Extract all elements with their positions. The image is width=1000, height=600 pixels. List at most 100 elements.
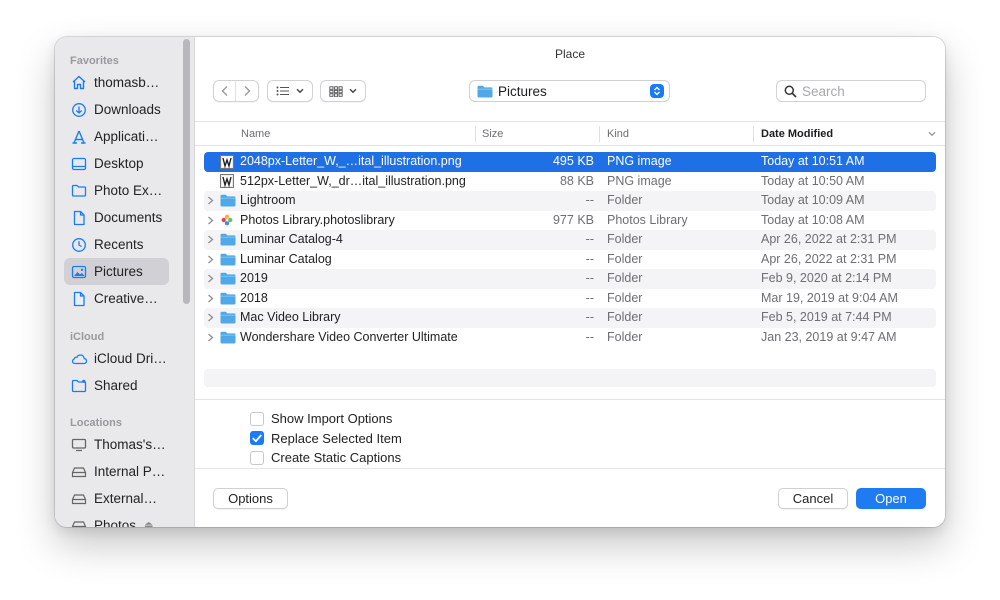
up-down-chevron-icon: [650, 84, 664, 98]
column-header-date-modified[interactable]: Date Modified: [761, 122, 833, 146]
column-separator[interactable]: [475, 126, 476, 142]
search-field[interactable]: [776, 80, 926, 102]
checkbox-box[interactable]: [250, 450, 264, 465]
disclosure-chevron-icon[interactable]: [207, 250, 217, 272]
search-input[interactable]: [802, 83, 912, 99]
disclosure-chevron-icon[interactable]: [207, 230, 217, 252]
sidebar-item-photo-export[interactable]: Photo Ex…: [64, 177, 169, 204]
sidebar-item-desktop[interactable]: Desktop: [64, 150, 169, 177]
sidebar-item-photos-drive[interactable]: Photos ⏏: [64, 512, 169, 527]
sidebar-item-label: Downloads: [94, 102, 161, 117]
file-kind: Folder: [607, 251, 643, 266]
sidebar-item-shared[interactable]: Shared: [64, 372, 169, 399]
sidebar-item-downloads[interactable]: Downloads: [64, 96, 169, 123]
drive-icon: [70, 491, 88, 507]
checkbox-label: Create Static Captions: [271, 450, 402, 465]
sidebar-item-pictures[interactable]: Pictures: [64, 258, 169, 285]
pictures-icon: [70, 264, 88, 280]
sidebar-section-locations: Locations: [70, 417, 122, 429]
table-row[interactable]: 2019 -- Folder Feb 9, 2020 at 2:14 PM: [204, 269, 936, 289]
column-separator[interactable]: [753, 126, 754, 142]
divider: [195, 399, 945, 400]
download-icon: [70, 102, 88, 118]
table-row[interactable]: Luminar Catalog -- Folder Apr 26, 2022 at 2…: [204, 250, 936, 270]
group-view-button[interactable]: [320, 80, 366, 102]
file-kind: PNG image: [607, 173, 672, 188]
checkbox-box[interactable]: [250, 411, 264, 426]
file-kind: PNG image: [607, 154, 672, 168]
open-button[interactable]: Open: [856, 488, 926, 509]
sidebar-item-documents[interactable]: Documents: [64, 204, 169, 231]
sidebar-item-label: Recents: [94, 237, 144, 252]
disclosure-chevron-icon[interactable]: [207, 328, 217, 350]
file-date-modified: Today at 10:08 AM: [761, 212, 865, 227]
folder-icon: [477, 85, 493, 98]
table-row[interactable]: Luminar Catalog-4 -- Folder Apr 26, 2022 at…: [204, 230, 936, 250]
checkmark-icon: [252, 434, 262, 443]
file-name: Wondershare Video Converter Ultimate: [240, 329, 458, 344]
disclosure-chevron-icon[interactable]: [207, 308, 217, 330]
file-kind: Folder: [607, 329, 643, 344]
file-size: --: [585, 290, 594, 305]
file-list: 2048px-Letter_W,_…ital_illustration.png 4…: [204, 152, 936, 347]
sidebar-section-favorites: Favorites: [70, 55, 119, 67]
sidebar-item-external-drive[interactable]: External…: [64, 485, 169, 512]
file-name: Lightroom: [240, 193, 296, 207]
disclosure-chevron-icon[interactable]: [207, 289, 217, 311]
file-name: 2018: [240, 290, 268, 305]
disclosure-chevron-icon[interactable]: [207, 211, 217, 233]
grid-view-icon: [329, 85, 343, 97]
options-button[interactable]: Options: [213, 488, 288, 509]
table-row[interactable]: 2048px-Letter_W,_…ital_illustration.png 4…: [204, 152, 936, 172]
table-row[interactable]: Wondershare Video Converter Ultimate -- Fo…: [204, 328, 936, 348]
sidebar-item-label: Photo Ex…: [94, 183, 163, 198]
file-size: --: [585, 329, 594, 344]
file-date-modified: Feb 5, 2019 at 7:44 PM: [761, 310, 892, 324]
column-header-kind[interactable]: Kind: [607, 122, 629, 146]
sidebar-item-home[interactable]: thomasb…: [64, 69, 169, 96]
cancel-button[interactable]: Cancel: [778, 488, 848, 509]
back-button[interactable]: [214, 81, 236, 101]
disclosure-chevron-icon[interactable]: [207, 269, 217, 291]
file-kind: Folder: [607, 271, 643, 285]
sidebar-scrollbar[interactable]: [183, 39, 190, 304]
file-size: 977 KB: [552, 212, 594, 227]
column-header-size[interactable]: Size: [482, 122, 503, 146]
sidebar-item-internal-drive[interactable]: Internal P…: [64, 458, 169, 485]
cloud-icon: [70, 351, 88, 367]
show-import-options-checkbox[interactable]: Show Import Options: [250, 411, 392, 426]
table-row[interactable]: 2018 -- Folder Mar 19, 2019 at 9:04 AM: [204, 289, 936, 309]
location-label: Pictures: [498, 83, 547, 99]
list-view-button[interactable]: [267, 80, 313, 102]
table-row[interactable]: Mac Video Library -- Folder Feb 5, 2019 at …: [204, 308, 936, 328]
checkbox-box[interactable]: [250, 431, 264, 445]
table-header: Name Size Kind Date Modified: [195, 121, 945, 146]
location-popup[interactable]: Pictures: [469, 80, 670, 102]
place-dialog: Favorites thomasb… Downloads Applicati… …: [55, 37, 945, 527]
sidebar-item-applications[interactable]: Applicati…: [64, 123, 169, 150]
disclosure-chevron-icon[interactable]: [207, 191, 217, 213]
computer-icon: [70, 437, 88, 453]
divider: [195, 468, 945, 469]
sidebar-item-label: Applicati…: [94, 129, 159, 144]
folder-icon: [220, 308, 236, 328]
file-date-modified: Today at 10:50 AM: [761, 173, 865, 188]
eject-icon[interactable]: ⏏: [144, 520, 153, 527]
table-row[interactable]: 512px-Letter_W,_dr…ital_illustration.png…: [204, 172, 936, 192]
sidebar-item-recents[interactable]: Recents: [64, 231, 169, 258]
home-icon: [70, 75, 88, 91]
create-static-captions-checkbox[interactable]: Create Static Captions: [250, 450, 401, 465]
file-name: Photos Library.photoslibrary: [240, 212, 395, 227]
forward-button[interactable]: [236, 81, 258, 101]
replace-selected-item-checkbox[interactable]: Replace Selected Item: [250, 431, 402, 446]
sidebar-item-computer[interactable]: Thomas's…: [64, 431, 169, 458]
sidebar-item-label: Internal P…: [94, 464, 166, 479]
column-separator[interactable]: [599, 126, 600, 142]
checkbox-label: Show Import Options: [271, 411, 393, 426]
sidebar-item-icloud-drive[interactable]: iCloud Dri…: [64, 345, 169, 372]
column-header-name[interactable]: Name: [241, 122, 270, 146]
table-row[interactable]: Photos Library.photoslibrary 977 KB Photos…: [204, 211, 936, 231]
dialog-title: Place: [554, 47, 586, 61]
sidebar-item-creative[interactable]: Creative…: [64, 285, 169, 312]
table-row[interactable]: Lightroom -- Folder Today at 10:09 AM: [204, 191, 936, 211]
